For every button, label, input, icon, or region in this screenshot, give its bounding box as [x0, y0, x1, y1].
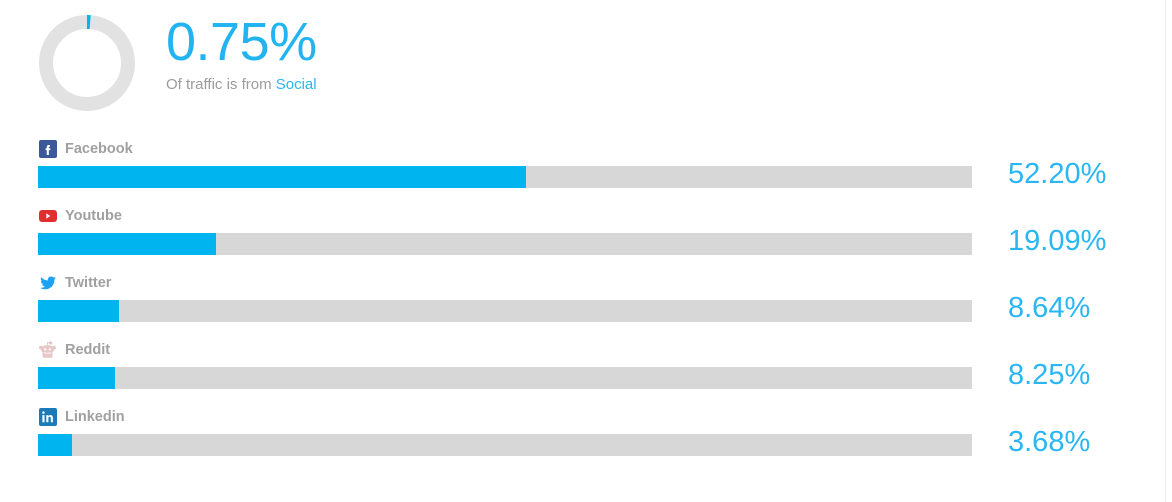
channel-name: Reddit [65, 342, 111, 358]
reddit-icon [38, 341, 57, 360]
progress-fill [38, 367, 116, 389]
progress-track [38, 233, 972, 255]
linkedin-icon [38, 408, 57, 427]
facebook-icon [38, 140, 57, 159]
channel-list: Facebook 52.20% Youtube 19.09% Twitter 8… [0, 136, 1172, 471]
channel-value: 8.25% [1008, 359, 1091, 391]
channel-value: 52.20% [1008, 158, 1107, 190]
channel-value: 8.64% [1008, 292, 1091, 324]
progress-fill [38, 233, 217, 255]
twitter-icon [38, 274, 57, 293]
channel-label: Reddit [38, 340, 110, 360]
progress-fill [38, 434, 73, 456]
summary-caption: Of traffic is from Social [166, 76, 317, 93]
channel-label: Youtube [38, 206, 122, 226]
list-item[interactable]: Twitter 8.64% [0, 270, 1172, 337]
channel-value: 19.09% [1008, 225, 1107, 257]
list-item[interactable]: Youtube 19.09% [0, 203, 1172, 270]
channel-label: Twitter [38, 273, 111, 293]
summary-caption-prefix: Of traffic is from [166, 76, 272, 93]
progress-fill [38, 300, 119, 322]
progress-track [38, 166, 972, 188]
list-item[interactable]: Facebook 52.20% [0, 136, 1172, 203]
channel-name: Linkedin [65, 409, 125, 425]
summary-text: 0.75% Of traffic is from Social [166, 14, 317, 93]
progress-track [38, 367, 972, 389]
total-social-percent: 0.75% [166, 12, 317, 72]
progress-fill [38, 166, 526, 188]
channel-label: Linkedin [38, 407, 125, 427]
channel-name: Twitter [65, 275, 112, 291]
channel-name: Facebook [65, 141, 133, 157]
list-item[interactable]: Reddit 8.25% [0, 337, 1172, 404]
social-traffic-widget: 0.75% Of traffic is from Social Facebook [0, 0, 1172, 502]
channel-name: Youtube [65, 208, 122, 224]
youtube-icon [38, 207, 57, 226]
summary-caption-link[interactable]: Social [276, 76, 317, 93]
progress-track [38, 434, 972, 456]
traffic-summary: 0.75% Of traffic is from Social [38, 8, 317, 128]
donut-progress-icon [38, 14, 136, 112]
channel-label: Facebook [38, 139, 133, 159]
list-item[interactable]: Linkedin 3.68% [0, 404, 1172, 471]
channel-value: 3.68% [1008, 426, 1091, 458]
progress-track [38, 300, 972, 322]
